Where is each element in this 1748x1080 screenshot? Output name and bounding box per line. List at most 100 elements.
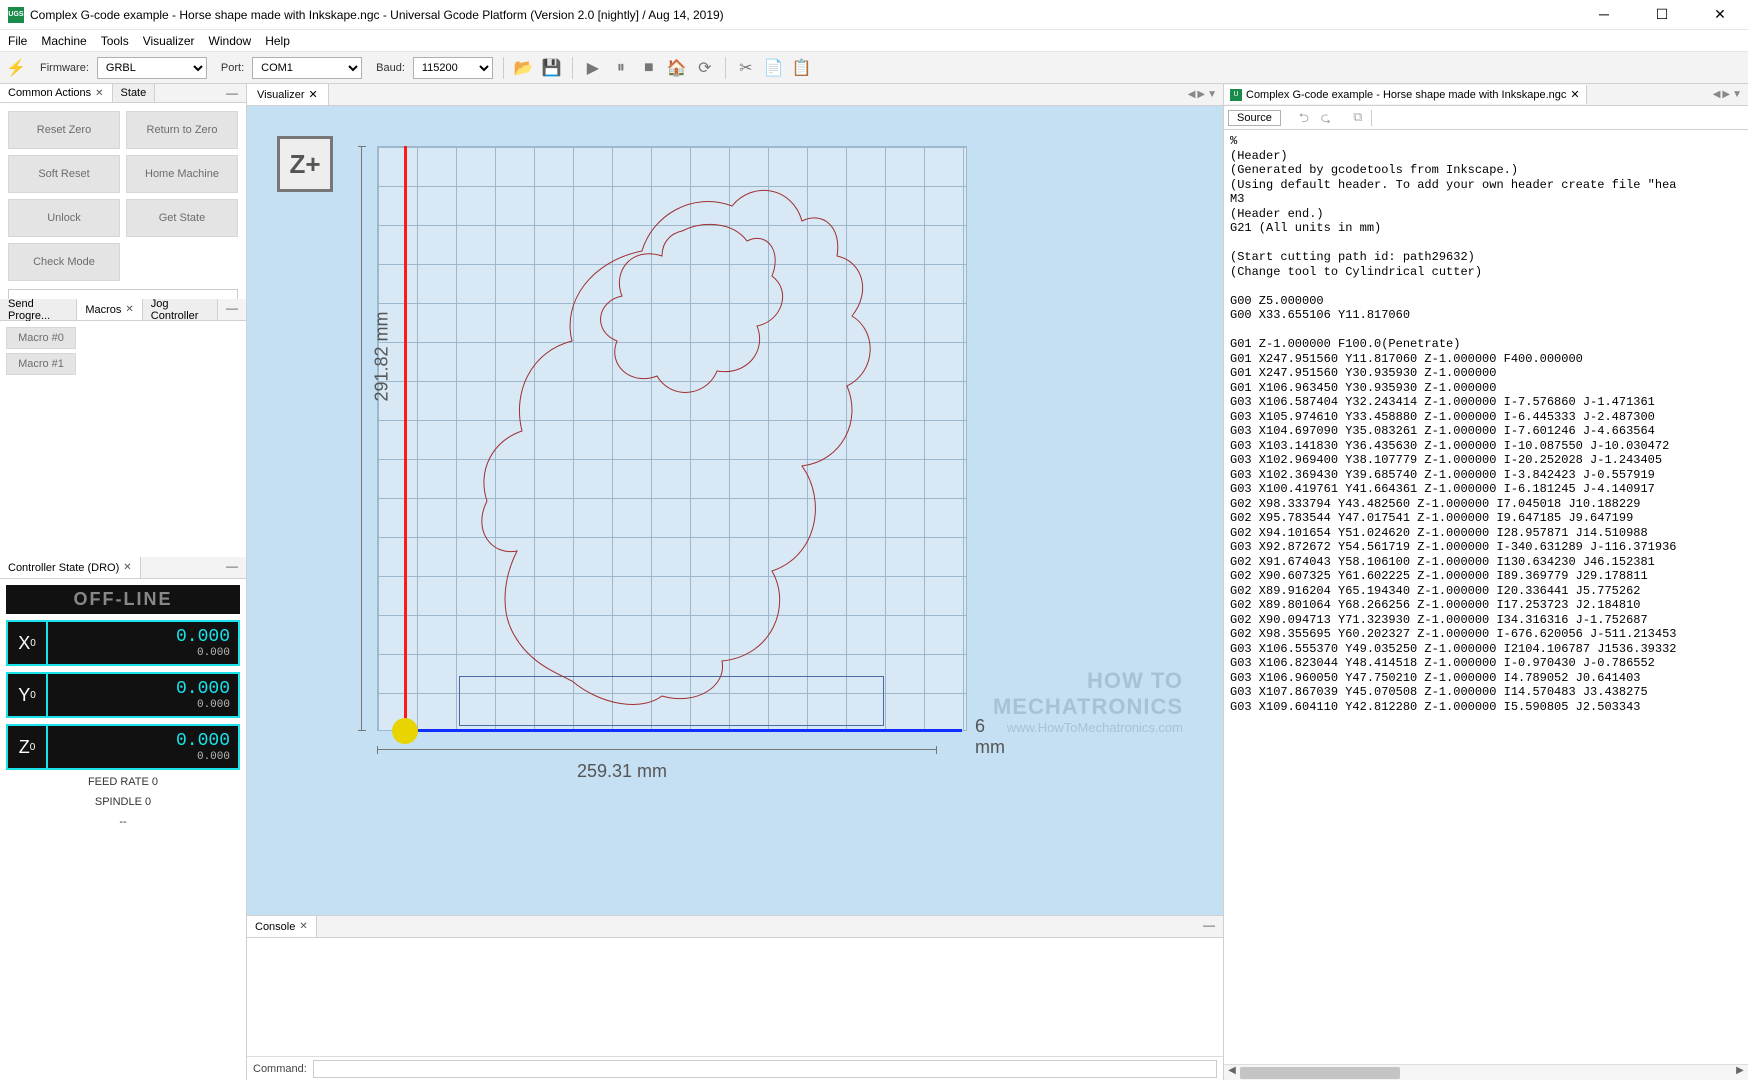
minimize-panel-icon[interactable]: —: [1195, 916, 1223, 937]
tab-visualizer[interactable]: Visualizer✕: [247, 84, 329, 105]
menu-tools[interactable]: Tools: [101, 34, 129, 48]
minimize-panel-icon[interactable]: —: [218, 84, 246, 102]
dro-x-sub: 0.000: [56, 647, 230, 659]
baud-label: Baud:: [376, 62, 405, 74]
port-label: Port:: [221, 62, 244, 74]
tab-macros[interactable]: Macros✕: [77, 299, 142, 320]
tab-nav-menu-icon[interactable]: ▼: [1207, 89, 1217, 100]
connect-icon[interactable]: ⚡: [6, 58, 26, 78]
refresh-icon[interactable]: ⟳: [695, 58, 715, 78]
source-button[interactable]: Source: [1228, 110, 1281, 126]
tab-state[interactable]: State: [113, 84, 156, 102]
dro-axis-y[interactable]: Y0: [6, 672, 48, 718]
stop-icon[interactable]: ■: [639, 58, 659, 78]
toolpath-shape: [432, 161, 932, 721]
tab-gcode-file[interactable]: U Complex G-code example - Horse shape m…: [1224, 85, 1587, 104]
soft-reset-button[interactable]: Soft Reset: [8, 155, 120, 193]
unlock-button[interactable]: Unlock: [8, 199, 120, 237]
firmware-select[interactable]: GRBL: [97, 57, 207, 79]
close-icon[interactable]: ✕: [95, 88, 103, 99]
scroll-thumb[interactable]: [1240, 1067, 1400, 1079]
tab-nav-right-icon[interactable]: ▶: [1197, 89, 1205, 100]
console-output: [247, 938, 1223, 1056]
check-mode-button[interactable]: Check Mode: [8, 243, 120, 281]
minimize-panel-icon[interactable]: —: [218, 299, 246, 320]
open-icon[interactable]: 📂: [514, 58, 534, 78]
menu-window[interactable]: Window: [209, 34, 252, 48]
origin-marker: [392, 718, 418, 744]
close-icon[interactable]: ✕: [1570, 88, 1579, 101]
dro-status: OFF-LINE: [6, 585, 240, 614]
main-toolbar: ⚡ Firmware: GRBL Port: COM1 Baud: 115200…: [0, 52, 1748, 84]
scroll-right-icon[interactable]: ▶: [1732, 1065, 1748, 1080]
maximize-button[interactable]: ☐: [1642, 6, 1682, 23]
copy-icon[interactable]: 📄: [764, 58, 784, 78]
scroll-left-icon[interactable]: ◀: [1224, 1065, 1240, 1080]
tab-dro[interactable]: Controller State (DRO)✕: [0, 557, 141, 578]
dro-z-sub: 0.000: [56, 751, 230, 763]
watermark: HOW TO MECHATRONICS www.HowToMechatronic…: [993, 668, 1183, 735]
minimize-panel-icon[interactable]: —: [218, 557, 246, 578]
gcode-editor[interactable]: % (Header) (Generated by gcodetools from…: [1224, 130, 1748, 1064]
x-dimension-label: 259.31 mm: [577, 761, 667, 782]
dro-axis-x[interactable]: X0: [6, 620, 48, 666]
menu-visualizer[interactable]: Visualizer: [143, 34, 195, 48]
z-plus-button[interactable]: Z+: [277, 136, 333, 192]
firmware-label: Firmware:: [40, 62, 89, 74]
dro-x-main: 0.000: [56, 627, 230, 647]
dro-y-main: 0.000: [56, 679, 230, 699]
home-machine-button[interactable]: Home Machine: [126, 155, 238, 193]
right-dimension-label: 6 mm: [975, 716, 1005, 758]
dro-z-main: 0.000: [56, 731, 230, 751]
x-axis-line: [402, 729, 962, 732]
app-icon: UGS: [8, 7, 24, 23]
tab-common-actions[interactable]: Common Actions✕: [0, 84, 113, 102]
y-axis-line: [404, 146, 407, 732]
tab-nav-right-icon[interactable]: ▶: [1722, 89, 1730, 100]
close-icon[interactable]: ✕: [299, 921, 307, 932]
tab-console[interactable]: Console✕: [247, 916, 317, 937]
paste-icon[interactable]: 📋: [792, 58, 812, 78]
y-dimension-tick: [361, 146, 362, 731]
tab-nav-left-icon[interactable]: ◀: [1713, 89, 1721, 100]
tab-nav-menu-icon[interactable]: ▼: [1732, 89, 1742, 100]
menu-machine[interactable]: Machine: [41, 34, 86, 48]
home-icon[interactable]: 🏠: [667, 58, 687, 78]
close-icon[interactable]: ✕: [309, 88, 318, 101]
menu-file[interactable]: File: [8, 34, 27, 48]
x-dimension-tick: [377, 749, 937, 750]
port-select[interactable]: COM1: [252, 57, 362, 79]
close-icon[interactable]: ✕: [125, 304, 133, 315]
dro-dashes: --: [6, 810, 240, 830]
play-icon[interactable]: ▶: [583, 58, 603, 78]
reset-zero-button[interactable]: Reset Zero: [8, 111, 120, 149]
command-input[interactable]: [313, 1060, 1217, 1078]
tab-jog-controller[interactable]: Jog Controller: [143, 299, 218, 320]
visualizer-canvas[interactable]: Z+ 291.82 mm 259.31 mm 6 mm HOW TO M: [247, 106, 1223, 915]
diff-icon[interactable]: ⧉: [1349, 109, 1367, 127]
dro-axis-z[interactable]: Z0: [6, 724, 48, 770]
macro-1-button[interactable]: Macro #1: [6, 353, 76, 375]
file-icon: U: [1230, 89, 1242, 101]
cut-icon[interactable]: ✂: [736, 58, 756, 78]
horizontal-scrollbar[interactable]: ◀ ▶: [1224, 1064, 1748, 1080]
feed-rate-label: FEED RATE 0: [6, 770, 240, 790]
save-icon[interactable]: 💾: [542, 58, 562, 78]
command-label: Command:: [253, 1063, 307, 1075]
close-icon[interactable]: ✕: [123, 562, 131, 573]
dro-y-sub: 0.000: [56, 699, 230, 711]
return-to-zero-button[interactable]: Return to Zero: [126, 111, 238, 149]
macro-0-button[interactable]: Macro #0: [6, 327, 76, 349]
tab-send-progress[interactable]: Send Progre...: [0, 299, 77, 320]
spindle-label: SPINDLE 0: [6, 790, 240, 810]
menu-help[interactable]: Help: [265, 34, 290, 48]
tab-nav-left-icon[interactable]: ◀: [1188, 89, 1196, 100]
close-button[interactable]: ✕: [1700, 6, 1740, 23]
history-fwd-icon[interactable]: ⮎: [1317, 109, 1335, 127]
get-state-button[interactable]: Get State: [126, 199, 238, 237]
baud-select[interactable]: 115200: [413, 57, 493, 79]
minimize-button[interactable]: ─: [1584, 6, 1624, 23]
history-back-icon[interactable]: ⮌: [1295, 109, 1313, 127]
pause-icon[interactable]: ⏸: [611, 58, 631, 78]
window-title: Complex G-code example - Horse shape mad…: [30, 8, 1584, 22]
